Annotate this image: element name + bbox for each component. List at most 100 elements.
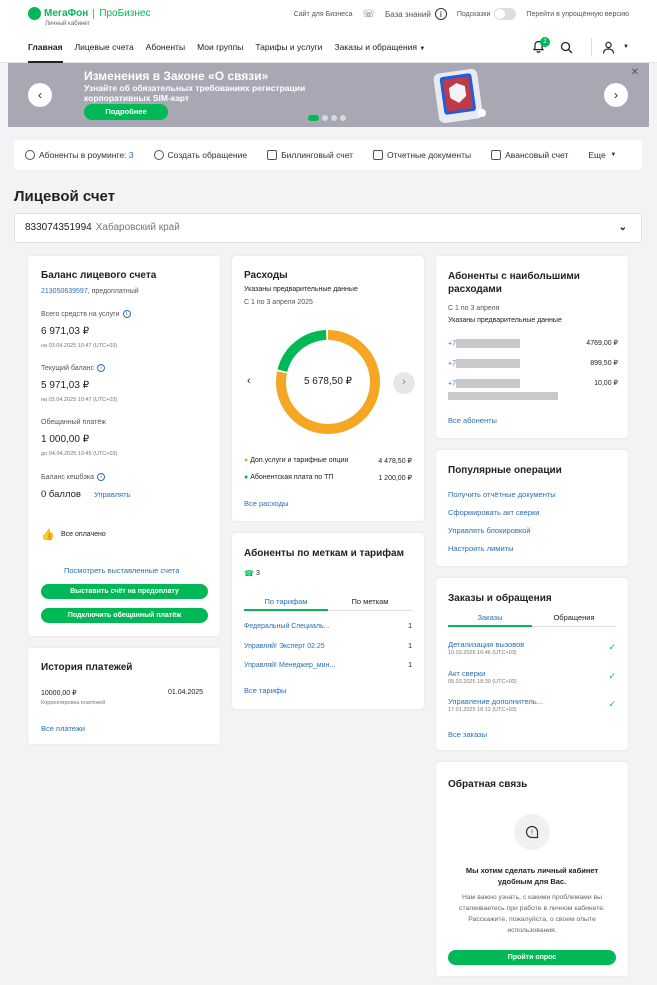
more-label: Еще	[588, 150, 606, 160]
nav-orders[interactable]: Заказы и обращения ▼	[334, 36, 425, 63]
info-icon[interactable]: i	[97, 473, 106, 481]
all-orders-link[interactable]: Все заказы	[448, 730, 487, 739]
subscriber-row[interactable]: +7 899,50 ₽	[448, 359, 618, 368]
banner-prev-button[interactable]: ‹	[28, 83, 52, 107]
promo-banner[interactable]: ‹ Изменения в Законе «О связи» Узнайте о…	[8, 63, 649, 127]
top-header: МегаФон ПроБизнес Личный кабинет Сайт дл…	[0, 0, 657, 63]
get-reports-link[interactable]: Получить отчётные документы	[448, 490, 556, 499]
manage-blocking-link[interactable]: Управлять блокировкой	[448, 526, 531, 535]
more-menu[interactable]: Еще ▼	[588, 150, 616, 160]
legend-item-fee: ● Абонентская плата по ТП 1 200,00 ₽	[244, 474, 412, 482]
banner-next-button[interactable]: ›	[604, 83, 628, 107]
order-name[interactable]: Управление дополнитель...	[448, 697, 543, 706]
tab-requests[interactable]: Обращения	[532, 611, 616, 627]
chevron-down-icon: ⌄	[618, 222, 627, 233]
nav-subscribers[interactable]: Абоненты	[146, 36, 185, 63]
popular-title: Популярные операции	[448, 465, 562, 476]
all-expenses-link[interactable]: Все расходы	[244, 499, 289, 508]
account-select[interactable]: 833074351994 Хабаровский край ⌄	[14, 213, 642, 243]
promised-date: до 04.04.2025 10:45 (UTC+03)	[41, 451, 118, 457]
megafon-logo[interactable]: МегаФон ПроБизнес	[28, 7, 150, 20]
phone-prefix: +7	[448, 340, 456, 348]
user-menu-chevron-icon[interactable]: ▼	[623, 44, 629, 50]
nav-divider	[591, 38, 593, 56]
subscriber-row[interactable]: +7 10,00 ₽	[448, 379, 618, 388]
nav-home[interactable]: Главная	[28, 36, 63, 63]
tariff-row[interactable]: Управляй! Менеджер_мин... 1	[244, 662, 412, 669]
roaming-count: 3	[128, 150, 134, 160]
view-bills-link[interactable]: Посмотреть выставленные счета	[64, 566, 179, 575]
nav-groups[interactable]: Мои группы	[197, 36, 243, 63]
simple-version-link[interactable]: Перейти в упрощённую версию	[526, 11, 629, 18]
nav-orders-label: Заказы и обращения	[334, 42, 418, 52]
all-payments-link[interactable]: Все платежи	[41, 724, 85, 733]
tags-card: Абоненты по меткам и тарифам ☎ 3 По тари…	[232, 533, 424, 709]
tab-by-tags[interactable]: По меткам	[328, 595, 412, 611]
chevron-down-icon: ▼	[610, 152, 617, 158]
legend-label: Абонентская плата по ТП	[250, 474, 334, 481]
chevron-right-icon: ›	[614, 88, 618, 102]
prepay-invoice-button[interactable]: Выставить счёт на предоплату	[41, 584, 208, 599]
payments-card: История платежей 10000,00 ₽ Корректировк…	[28, 648, 220, 744]
user-icon[interactable]	[602, 41, 615, 54]
subscriber-row[interactable]: +7 4769,00 ₽	[448, 339, 618, 348]
check-icon: ✓	[608, 671, 616, 681]
all-tariffs-link[interactable]: Все тарифы	[244, 686, 286, 695]
order-name[interactable]: Акт сверки	[448, 669, 485, 678]
info-icon[interactable]: i	[122, 310, 131, 318]
all-subscribers-link[interactable]: Все абоненты	[448, 416, 497, 425]
roaming-subscribers[interactable]: Абоненты в роуминге: 3	[25, 150, 134, 160]
megafon-logo-icon	[28, 7, 41, 20]
nav-tariffs[interactable]: Тарифы и услуги	[255, 36, 322, 63]
reports-link[interactable]: Отчетные документы	[373, 150, 471, 160]
masked-phone	[455, 379, 520, 388]
cashback-manage-link[interactable]: Управлять	[94, 490, 130, 499]
tab-orders[interactable]: Заказы	[448, 611, 532, 627]
reconciliation-act-link[interactable]: Сформировать акт сверки	[448, 508, 539, 517]
total-label: Всего средств на услуги	[41, 310, 120, 318]
feedback-text: Нам важно узнать, с какими проблемами вы…	[459, 894, 605, 934]
billing-account-link[interactable]: Биллинговый счет	[267, 150, 353, 160]
banner-dot[interactable]	[331, 115, 337, 121]
tariff-row[interactable]: Управляй! Эксперт 02.25 1	[244, 643, 412, 650]
advance-account-link[interactable]: Авансовый счет	[491, 150, 568, 160]
search-icon[interactable]	[560, 41, 573, 54]
banner-more-button[interactable]: Подробнее	[84, 104, 168, 120]
knowledge-base-link[interactable]: База знаний	[385, 10, 431, 19]
orders-tabs: Заказы Обращения	[448, 611, 616, 627]
order-name[interactable]: Детализация вызовов	[448, 640, 524, 649]
globe-icon	[25, 150, 35, 160]
banner-dot[interactable]	[340, 115, 346, 121]
nav-accounts[interactable]: Лицевые счета	[75, 36, 134, 63]
reports-label: Отчетные документы	[387, 150, 472, 160]
chevron-left-icon[interactable]: ‹	[247, 375, 251, 387]
chat-bubble-icon: !	[525, 825, 539, 839]
banner-title: Изменения в Законе «О связи»	[84, 69, 269, 83]
top-links: Сайт для Бизнеса ☏ База знаний i Подсказ…	[284, 7, 629, 21]
banner-dot[interactable]	[308, 115, 319, 121]
create-request-link[interactable]: Создать обращение	[153, 150, 247, 160]
info-icon[interactable]: i	[434, 8, 447, 20]
hints-toggle[interactable]	[494, 8, 517, 20]
notifications-button[interactable]: 2	[532, 37, 551, 54]
set-limits-link[interactable]: Настроить лимиты	[448, 544, 513, 553]
balance-account-link[interactable]: 213050639597	[41, 288, 88, 295]
top-subscribers-card: Абоненты с наибольшими расходами С 1 по …	[436, 256, 628, 438]
tariff-count: 1	[408, 643, 412, 650]
popular-operations-card: Популярные операции Получить отчётные до…	[436, 450, 628, 566]
take-survey-button[interactable]: Пройти опрос	[448, 950, 616, 965]
feedback-card: Обратная связь ! Мы хотим сделать личный…	[436, 762, 628, 976]
banner-dot[interactable]	[322, 115, 328, 121]
balance-account-type: , предоплатный	[87, 288, 139, 295]
tariff-row[interactable]: Федеральный Специаль... 1	[244, 623, 412, 630]
balance-title: Баланс лицевого счета	[41, 270, 157, 281]
tab-by-tariffs[interactable]: По тарифам	[244, 595, 328, 611]
headset-icon[interactable]: ☏	[362, 9, 375, 20]
business-site-link[interactable]: Сайт для Бизнеса	[294, 11, 353, 18]
promised-payment-button[interactable]: Подключить обещанный платёж	[41, 608, 208, 623]
close-icon[interactable]: ✕	[631, 67, 639, 78]
masked-phone	[455, 339, 520, 348]
expenses-title: Расходы	[244, 270, 288, 281]
info-icon[interactable]: i	[97, 364, 106, 372]
chevron-right-icon[interactable]: ›	[393, 372, 415, 394]
